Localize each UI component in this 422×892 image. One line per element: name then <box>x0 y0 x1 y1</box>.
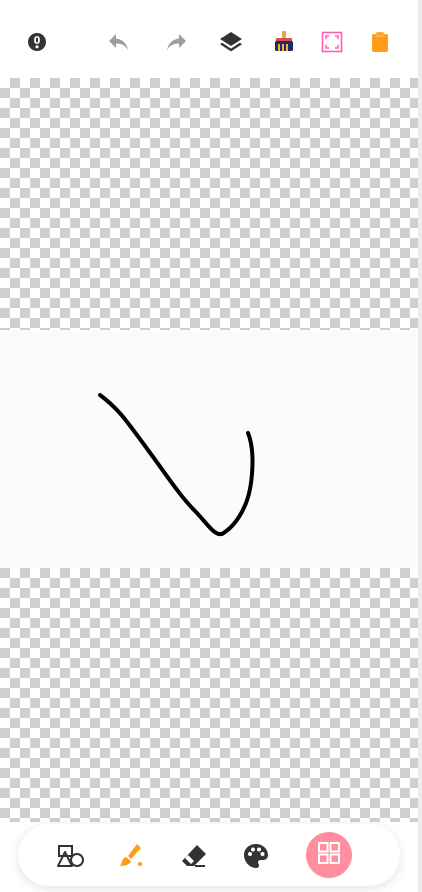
top-toolbar <box>0 0 418 78</box>
scrollbar[interactable] <box>418 0 422 892</box>
freehand-stroke <box>98 393 255 537</box>
drawing-app <box>0 0 422 892</box>
drawing-canvas[interactable] <box>0 78 418 822</box>
eraser-icon <box>179 841 209 871</box>
grid-menu-button[interactable] <box>306 832 352 878</box>
bottom-toolbar <box>18 824 400 886</box>
eraser-tool-button[interactable] <box>178 840 210 872</box>
grid-menu-icon <box>316 840 342 871</box>
redo-button[interactable] <box>161 27 191 57</box>
palette-tool-button[interactable] <box>240 840 272 872</box>
shapes-tool-button[interactable] <box>54 840 86 872</box>
redo-icon <box>163 31 189 53</box>
layers-icon <box>218 29 244 55</box>
info-icon <box>25 30 49 54</box>
shapes-icon <box>54 840 86 872</box>
clipboard-button[interactable] <box>365 27 395 57</box>
layers-button[interactable] <box>216 27 246 57</box>
undo-button[interactable] <box>104 27 134 57</box>
palette-icon <box>241 841 271 871</box>
brush-tool-button[interactable] <box>116 840 148 872</box>
paint-bucket-button[interactable] <box>269 27 299 57</box>
clipboard-icon <box>369 30 391 54</box>
fullscreen-icon <box>320 30 344 54</box>
brush-icon <box>117 841 147 871</box>
fullscreen-button[interactable] <box>317 27 347 57</box>
undo-icon <box>106 31 132 53</box>
paint-bucket-icon <box>271 29 297 55</box>
info-button[interactable] <box>22 27 52 57</box>
